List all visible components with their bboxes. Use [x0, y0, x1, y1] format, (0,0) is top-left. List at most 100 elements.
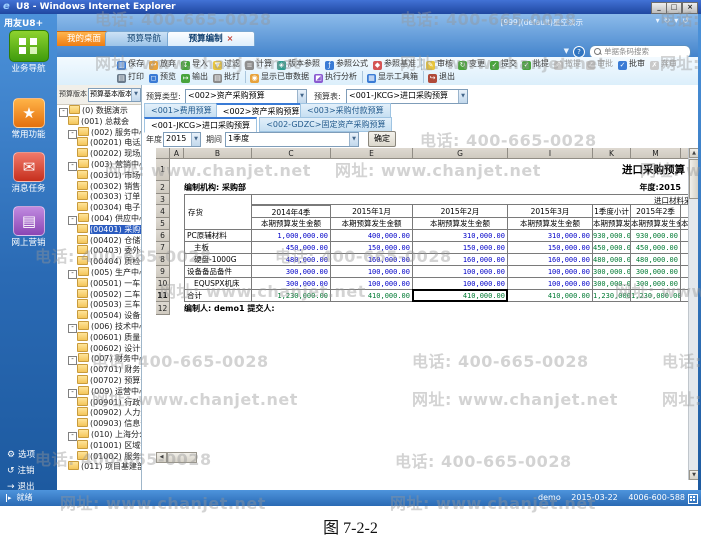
- tree-item-(004) 供应中心[interactable]: - (004) 供应中心: [57, 212, 141, 225]
- column-header-M[interactable]: M: [631, 148, 681, 159]
- toolbar-button-审核[interactable]: ✎ 审核: [421, 58, 455, 70]
- tree-item-(007) 财务中心[interactable]: - (007) 财务中心: [57, 353, 141, 366]
- grid-cell[interactable]: 160,000.00: [413, 254, 508, 266]
- account-info[interactable]: [999](default)星空演示: [501, 17, 583, 28]
- grid-cell[interactable]: 930,000.00: [593, 230, 631, 242]
- budget-tab-<003>采购付款预算[interactable]: <003>采购付款预算: [300, 103, 391, 118]
- grid-cell[interactable]: 160,000.00: [331, 254, 413, 266]
- tree-collapse-icon[interactable]: -: [68, 431, 77, 441]
- version-select[interactable]: 预算基本版本 ▼: [88, 88, 141, 102]
- grid-cell[interactable]: 150,000.00: [413, 242, 508, 254]
- tree-item-(00903) 信息部[interactable]: (00903) 信息部: [57, 418, 141, 429]
- grid-cell[interactable]: 160,000.00: [508, 254, 593, 266]
- tree-item-(00602) 设计部[interactable]: (00602) 设计部: [57, 342, 141, 354]
- chevron-down-icon[interactable]: ▼: [564, 47, 569, 55]
- toolbar-button-显示工具箱[interactable]: ▦ 显示工具箱: [362, 71, 420, 83]
- tree-item-(005) 生产中心[interactable]: - (005) 生产中心: [57, 266, 141, 279]
- grid-cell[interactable]: 1,230,000.00: [631, 290, 681, 302]
- grid-cell[interactable]: 1,230,000.00: [593, 290, 631, 302]
- grid-cell[interactable]: 150,000.00: [508, 242, 593, 254]
- tree-item-(00202) 现场服务部[interactable]: (00202) 现场服务部: [57, 148, 141, 159]
- row-label-PC原辅材料[interactable]: PC原辅材料: [184, 230, 252, 242]
- tree-item-(00403) 委外部[interactable]: (00403) 委外部: [57, 245, 141, 256]
- grid-cell[interactable]: 100,000.00: [508, 278, 593, 290]
- tree-item-(006) 技术中心[interactable]: - (006) 技术中心: [57, 320, 141, 333]
- measure-header-cell[interactable]: 本期预算发生金额: [331, 218, 413, 230]
- tree-item-(00503) 三车间[interactable]: (00503) 三车间: [57, 299, 141, 310]
- grid-cell[interactable]: 1,230,000.00: [252, 290, 331, 302]
- sidebar-item-business-nav[interactable]: 业务导航: [0, 62, 57, 74]
- stock-header-cell[interactable]: 存货: [184, 194, 252, 230]
- toolbar-button-参照公式[interactable]: ƒ 参照公式: [323, 58, 370, 70]
- grid-cell[interactable]: 100,000.00: [508, 266, 593, 278]
- row-header-2[interactable]: 2: [156, 181, 170, 194]
- row-header-9[interactable]: 9: [156, 266, 170, 278]
- column-header-I[interactable]: I: [508, 148, 593, 159]
- sheet-tab-<001-JKCG>进口采购预算[interactable]: <001-JKCG>进口采购预算: [144, 117, 257, 133]
- column-header-G[interactable]: G: [413, 148, 508, 159]
- row-label-硬盘-1000G[interactable]: 硬盘-1000G: [184, 254, 252, 266]
- toolbar-button-提交[interactable]: ✓ 提交: [488, 58, 519, 70]
- grid-cell[interactable]: 100,000.00: [331, 266, 413, 278]
- tree-collapse-icon[interactable]: -: [68, 161, 77, 171]
- period-header-cell[interactable]: 2014年4季: [252, 205, 331, 218]
- close-tab-icon[interactable]: ×: [227, 34, 234, 43]
- tree-collapse-icon[interactable]: -: [68, 356, 77, 366]
- toolbar-button-计算[interactable]: ≡ 计算: [243, 58, 274, 70]
- tree-item-(002) 服务中心[interactable]: - (002) 服务中心: [57, 126, 141, 139]
- tree-collapse-icon[interactable]: -: [68, 129, 77, 139]
- business-nav-icon[interactable]: [9, 30, 49, 62]
- grid-cell[interactable]: 300,000.00: [631, 266, 681, 278]
- measure-header-cell[interactable]: 本期预算发生金额: [508, 218, 593, 230]
- measure-header-cell[interactable]: 本期预算发生金额: [252, 218, 331, 230]
- tree-item-(00902) 人力资源部[interactable]: (00902) 人力资源部: [57, 407, 141, 418]
- tree-collapse-icon[interactable]: -: [68, 388, 77, 398]
- tree-item-(00502) 二车间[interactable]: (00502) 二车间: [57, 288, 141, 300]
- tree-item-(00601) 质量部[interactable]: (00601) 质量部: [57, 331, 141, 343]
- toolbar-button-批审[interactable]: ✓ 批审: [616, 58, 647, 70]
- tree-item-(00702) 预算部[interactable]: (00702) 预算部: [57, 374, 141, 386]
- toolbar-button-退出[interactable]: ↪ 退出: [423, 71, 457, 83]
- row-header-7[interactable]: 7: [156, 242, 170, 254]
- collapse-icon[interactable]: ▸: [6, 494, 12, 502]
- year-select[interactable]: 2015 ▼: [163, 132, 201, 147]
- tree-item-(00303) 订单中心[interactable]: (00303) 订单中心: [57, 191, 141, 202]
- tree-item-(00901) 行政部[interactable]: (00901) 行政部: [57, 396, 141, 408]
- tree-item-(00404) 质检部[interactable]: (00404) 质检部: [57, 256, 141, 267]
- toolbar-button-打印[interactable]: ▤ 打印: [115, 71, 146, 83]
- grid-cell[interactable]: 310,000.00: [413, 230, 508, 242]
- tree-collapse-icon[interactable]: -: [59, 108, 68, 117]
- toolbar-button-批提[interactable]: ✓ 批提: [520, 58, 551, 70]
- sidebar-tile-网上营销[interactable]: ▤: [13, 206, 45, 236]
- grid-cell[interactable]: 300,000.00: [593, 266, 631, 278]
- hscrollbar-thumb[interactable]: [167, 452, 197, 463]
- tree-item-(0) 数据演示[interactable]: - (0) 数据演示: [57, 105, 141, 117]
- grid-cell[interactable]: 450,000.00: [631, 242, 681, 254]
- grid-cell[interactable]: 310,000.00: [508, 230, 593, 242]
- selected-cell[interactable]: [412, 289, 508, 302]
- row-header-3[interactable]: 3: [156, 194, 170, 205]
- tree-item-(01001) 区域销售部[interactable]: (01001) 区域销售部: [57, 439, 141, 451]
- toolbar-button-版本参照[interactable]: ◈ 版本参照: [275, 58, 322, 70]
- scroll-left-icon[interactable]: ◀: [156, 452, 167, 463]
- toolbar-button-显示已审数据[interactable]: ◉ 显示已审数据: [245, 71, 311, 83]
- budget-table-select[interactable]: <001-JKCG>进口采购预算 ▼: [346, 89, 468, 104]
- period-header-cell[interactable]: 2015年1月: [331, 205, 413, 218]
- grid-cell[interactable]: 480,000.00: [631, 254, 681, 266]
- grid-cell[interactable]: 300,000.00: [593, 278, 631, 290]
- tree-item-(00302) 销售部[interactable]: (00302) 销售部: [57, 180, 141, 192]
- measure-header-cell[interactable]: 本期预算发生金额: [593, 218, 631, 230]
- measure-header-cell[interactable]: 本期预算发生金额: [631, 218, 681, 230]
- tree-collapse-icon[interactable]: -: [68, 215, 77, 225]
- tree-item-(00401) 采购部[interactable]: (00401) 采购部: [57, 223, 141, 235]
- tree-item-(00402) 仓储部[interactable]: (00402) 仓储部: [57, 234, 141, 246]
- tree-collapse-icon[interactable]: -: [68, 323, 77, 333]
- sidebar-tile-消息任务[interactable]: ✉: [13, 152, 45, 182]
- period-header-cell[interactable]: 2015年2季: [631, 205, 681, 218]
- period-select[interactable]: 1季度 ▼: [225, 132, 359, 147]
- column-header-E[interactable]: E: [331, 148, 413, 159]
- tree-item-(00301) 市场部[interactable]: (00301) 市场部: [57, 169, 141, 181]
- tree-item-(00501) 一车间[interactable]: (00501) 一车间: [57, 277, 141, 289]
- top-tab-3[interactable]: 预算编制 ×: [167, 31, 255, 46]
- grid-cell[interactable]: 450,000.00: [252, 242, 331, 254]
